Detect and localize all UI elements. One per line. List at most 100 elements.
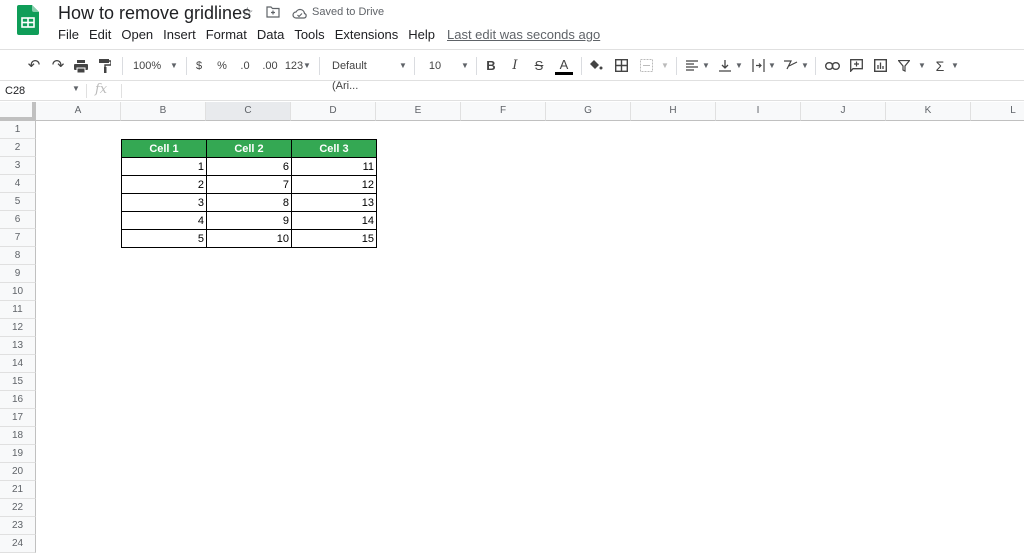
menu-extensions[interactable]: Extensions xyxy=(335,27,399,45)
table-cell[interactable]: 4 xyxy=(121,211,207,230)
column-header-l[interactable]: L xyxy=(971,102,1024,121)
print-icon[interactable] xyxy=(73,56,89,76)
row-header-24[interactable]: 24 xyxy=(0,535,36,553)
row-header-2[interactable]: 2 xyxy=(0,139,36,157)
select-all-corner[interactable] xyxy=(0,102,36,121)
row-header-4[interactable]: 4 xyxy=(0,175,36,193)
row-header-22[interactable]: 22 xyxy=(0,499,36,517)
zoom-dropdown-icon[interactable]: ▼ xyxy=(170,56,178,76)
more-formats-button[interactable]: 123 xyxy=(284,56,304,76)
italic-button[interactable]: I xyxy=(509,56,521,76)
functions-button[interactable]: Σ xyxy=(934,56,946,76)
text-color-button[interactable]: A xyxy=(555,56,573,75)
text-rotation-icon[interactable] xyxy=(784,56,798,76)
row-header-20[interactable]: 20 xyxy=(0,463,36,481)
table-cell[interactable]: 12 xyxy=(291,175,377,194)
table-cell[interactable]: 11 xyxy=(291,157,377,176)
table-cell[interactable]: 9 xyxy=(206,211,292,230)
table-cell[interactable]: 13 xyxy=(291,193,377,212)
table-cell[interactable]: 2 xyxy=(121,175,207,194)
column-header-d[interactable]: D xyxy=(291,102,376,121)
font-dropdown-icon[interactable]: ▼ xyxy=(399,56,407,76)
row-header-1[interactable]: 1 xyxy=(0,121,36,139)
table-cell[interactable]: 14 xyxy=(291,211,377,230)
table-cell[interactable]: 3 xyxy=(121,193,207,212)
row-header-19[interactable]: 19 xyxy=(0,445,36,463)
menu-open[interactable]: Open xyxy=(121,27,153,45)
column-header-j[interactable]: J xyxy=(801,102,886,121)
menu-data[interactable]: Data xyxy=(257,27,284,45)
horizontal-align-icon[interactable] xyxy=(685,56,699,76)
menu-edit[interactable]: Edit xyxy=(89,27,111,45)
row-header-18[interactable]: 18 xyxy=(0,427,36,445)
column-header-h[interactable]: H xyxy=(631,102,716,121)
undo-icon[interactable]: ↶ xyxy=(26,56,42,76)
row-header-16[interactable]: 16 xyxy=(0,391,36,409)
menu-format[interactable]: Format xyxy=(206,27,247,45)
menu-help[interactable]: Help xyxy=(408,27,435,45)
row-header-23[interactable]: 23 xyxy=(0,517,36,535)
zoom-select[interactable]: 100% xyxy=(133,56,161,76)
merge-cells-icon[interactable] xyxy=(639,56,653,76)
row-header-11[interactable]: 11 xyxy=(0,301,36,319)
name-box-dropdown-icon[interactable]: ▼ xyxy=(72,84,80,93)
star-icon[interactable]: ☆ xyxy=(241,4,254,21)
column-header-e[interactable]: E xyxy=(376,102,461,121)
row-header-8[interactable]: 8 xyxy=(0,247,36,265)
functions-dropdown-icon[interactable]: ▼ xyxy=(951,56,959,76)
table-cell[interactable]: 5 xyxy=(121,229,207,248)
name-box[interactable]: C28 xyxy=(5,85,25,97)
table-header-cell[interactable]: Cell 1 xyxy=(121,139,207,158)
row-header-14[interactable]: 14 xyxy=(0,355,36,373)
menu-tools[interactable]: Tools xyxy=(294,27,324,45)
row-header-15[interactable]: 15 xyxy=(0,373,36,391)
column-header-a[interactable]: A xyxy=(36,102,121,121)
column-header-i[interactable]: I xyxy=(716,102,801,121)
move-folder-icon[interactable] xyxy=(266,5,280,21)
font-size-dropdown-icon[interactable]: ▼ xyxy=(461,56,469,76)
sheets-logo-icon[interactable] xyxy=(17,5,39,35)
row-header-6[interactable]: 6 xyxy=(0,211,36,229)
text-wrapping-icon[interactable] xyxy=(751,56,765,76)
currency-format-button[interactable]: $ xyxy=(194,56,204,76)
bold-button[interactable]: B xyxy=(485,56,497,76)
column-header-k[interactable]: K xyxy=(886,102,971,121)
table-header-cell[interactable]: Cell 3 xyxy=(291,139,377,158)
column-header-c[interactable]: C xyxy=(206,102,291,121)
wrap-dropdown-icon[interactable]: ▼ xyxy=(768,56,776,76)
table-cell[interactable]: 10 xyxy=(206,229,292,248)
menu-insert[interactable]: Insert xyxy=(163,27,196,45)
row-header-5[interactable]: 5 xyxy=(0,193,36,211)
row-header-10[interactable]: 10 xyxy=(0,283,36,301)
insert-chart-icon[interactable] xyxy=(873,56,887,76)
insert-comment-icon[interactable] xyxy=(849,56,863,76)
column-header-g[interactable]: G xyxy=(546,102,631,121)
increase-decimal-button[interactable]: .00 xyxy=(260,56,280,76)
document-title[interactable]: How to remove gridlines xyxy=(58,3,251,24)
row-header-17[interactable]: 17 xyxy=(0,409,36,427)
filter-dropdown-icon[interactable]: ▼ xyxy=(918,56,926,76)
vertical-align-icon[interactable] xyxy=(718,56,732,76)
rotation-dropdown-icon[interactable]: ▼ xyxy=(801,56,809,76)
table-cell[interactable]: 1 xyxy=(121,157,207,176)
column-header-f[interactable]: F xyxy=(461,102,546,121)
row-header-7[interactable]: 7 xyxy=(0,229,36,247)
row-header-9[interactable]: 9 xyxy=(0,265,36,283)
table-cell[interactable]: 6 xyxy=(206,157,292,176)
valign-dropdown-icon[interactable]: ▼ xyxy=(735,56,743,76)
borders-icon[interactable] xyxy=(614,56,628,76)
row-header-13[interactable]: 13 xyxy=(0,337,36,355)
align-dropdown-icon[interactable]: ▼ xyxy=(702,56,710,76)
row-header-21[interactable]: 21 xyxy=(0,481,36,499)
table-header-cell[interactable]: Cell 2 xyxy=(206,139,292,158)
decrease-decimal-button[interactable]: .0 xyxy=(237,56,253,76)
row-header-3[interactable]: 3 xyxy=(0,157,36,175)
font-size-select[interactable]: 10 xyxy=(428,56,442,76)
font-select[interactable]: Default (Ari... xyxy=(332,56,394,92)
strikethrough-button[interactable]: S xyxy=(533,56,545,76)
redo-icon[interactable]: ↷ xyxy=(50,56,66,76)
paint-format-icon[interactable] xyxy=(98,56,112,76)
table-cell[interactable]: 15 xyxy=(291,229,377,248)
merge-dropdown-icon[interactable]: ▼ xyxy=(661,56,669,76)
insert-link-icon[interactable] xyxy=(824,56,840,76)
